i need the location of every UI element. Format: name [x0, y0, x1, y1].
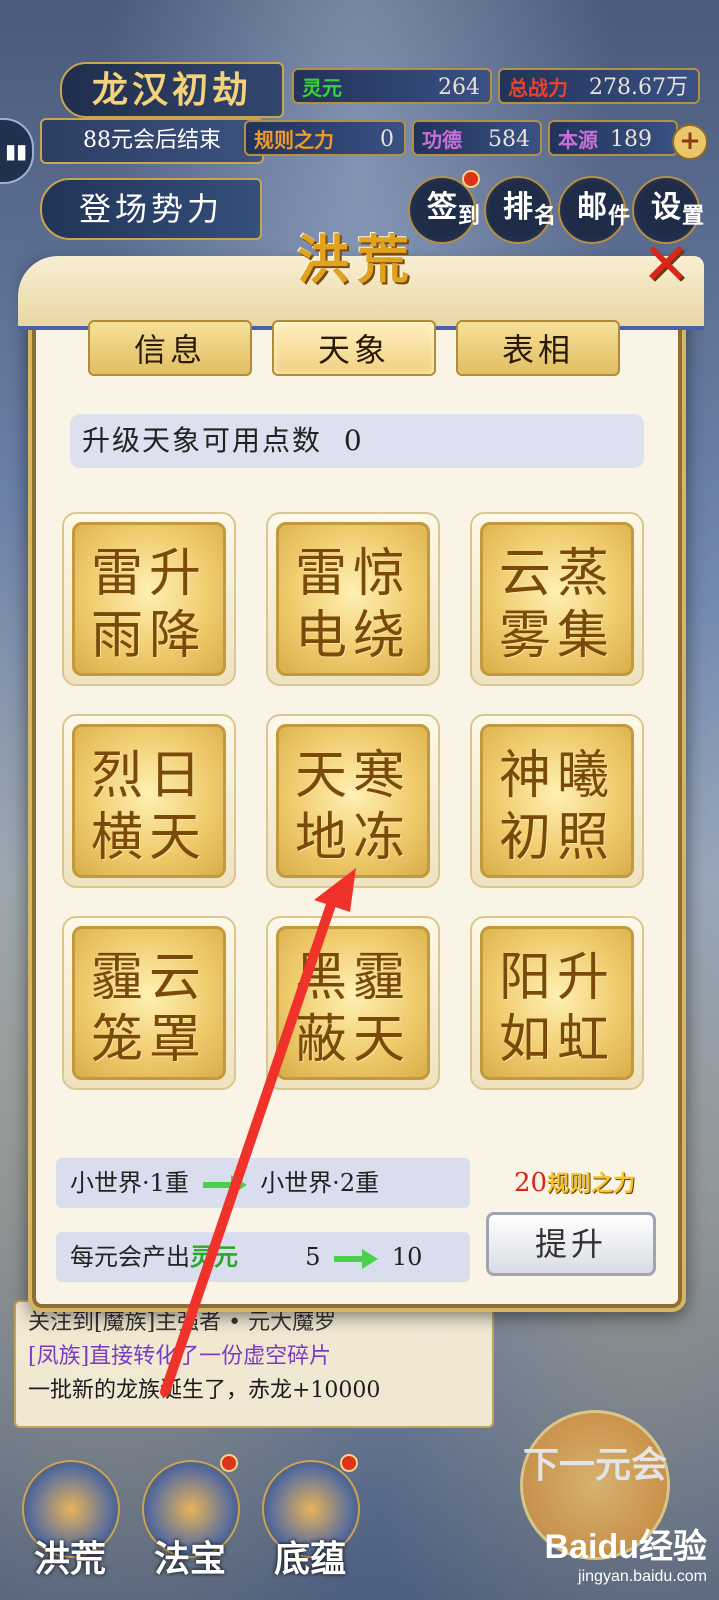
raise-button[interactable]: 提升	[486, 1212, 656, 1276]
fabao-notification-dot	[220, 1454, 238, 1472]
add-origin-button[interactable]: +	[672, 124, 708, 160]
skill-tile[interactable]: 雷升 雨降	[62, 512, 236, 686]
dialog-title: 洪荒	[296, 230, 417, 291]
world-upgrade-row: 小世界·1重 小世界·2重	[56, 1158, 470, 1208]
arrow-right-icon	[202, 1174, 247, 1195]
tab-info[interactable]: 信息	[88, 320, 252, 376]
stat-origin: 本源 189	[548, 120, 678, 156]
tab-appearance[interactable]: 表相	[456, 320, 620, 376]
skill-tile[interactable]: 霾云 笼罩	[62, 916, 236, 1090]
points-label: 升级天象可用点数	[82, 424, 323, 457]
era-countdown: 88元会后结束	[40, 118, 264, 164]
stat-merit: 功德 584	[412, 120, 542, 156]
log-line: 一批新的龙族诞生了，赤龙+10000	[28, 1378, 381, 1403]
event-log: 关注到[魔族]主强者 • 元大魔罗 [凤族]直接转化了一份虚空碎片 一批新的龙族…	[14, 1300, 494, 1428]
nav-honghuang[interactable]: 洪荒	[18, 1460, 122, 1590]
available-points-bar: 升级天象可用点数 0	[70, 414, 644, 468]
diyun-notification-dot	[340, 1454, 358, 1472]
honghuang-dialog: 洪荒 ✕ 信息 天象 表相 升级天象可用点数 0 雷升 雨降 雷惊 电绕 云蒸 雾集 …	[18, 230, 704, 1312]
close-icon[interactable]: ✕	[636, 234, 696, 294]
era-title: 龙汉初劫	[60, 62, 284, 118]
tab-celestial[interactable]: 天象	[272, 320, 436, 376]
skill-tile[interactable]: 黑霾 蔽天	[266, 916, 440, 1090]
points-value: 0	[343, 424, 364, 457]
upgrade-cost: 20规则之力	[514, 1168, 636, 1198]
nav-fabao[interactable]: 法宝	[138, 1454, 242, 1590]
stat-lingyuan: 灵元 264	[292, 68, 492, 104]
stat-total-power: 总战力 278.67万	[498, 68, 700, 104]
stat-rule-power: 规则之力 0	[244, 120, 406, 156]
checkin-notification-dot	[462, 170, 480, 188]
watermark: Baidu经验 jingyan.baidu.com	[544, 1528, 707, 1585]
skill-tile[interactable]: 神曦 初照	[470, 714, 644, 888]
skill-tile[interactable]: 烈日 横天	[62, 714, 236, 888]
log-line: [凤族]直接转化了一份虚空碎片	[28, 1344, 332, 1369]
nav-diyun[interactable]: 底蕴	[258, 1454, 362, 1590]
skill-tile[interactable]: 云蒸 雾集	[470, 512, 644, 686]
skill-tile[interactable]: 天寒 地冻	[266, 714, 440, 888]
skill-tile[interactable]: 雷惊 电绕	[266, 512, 440, 686]
production-row: 每元会产出灵元 5 10	[56, 1232, 470, 1282]
skill-tile[interactable]: 阳升 如虹	[470, 916, 644, 1090]
arrow-right-icon	[334, 1248, 379, 1269]
